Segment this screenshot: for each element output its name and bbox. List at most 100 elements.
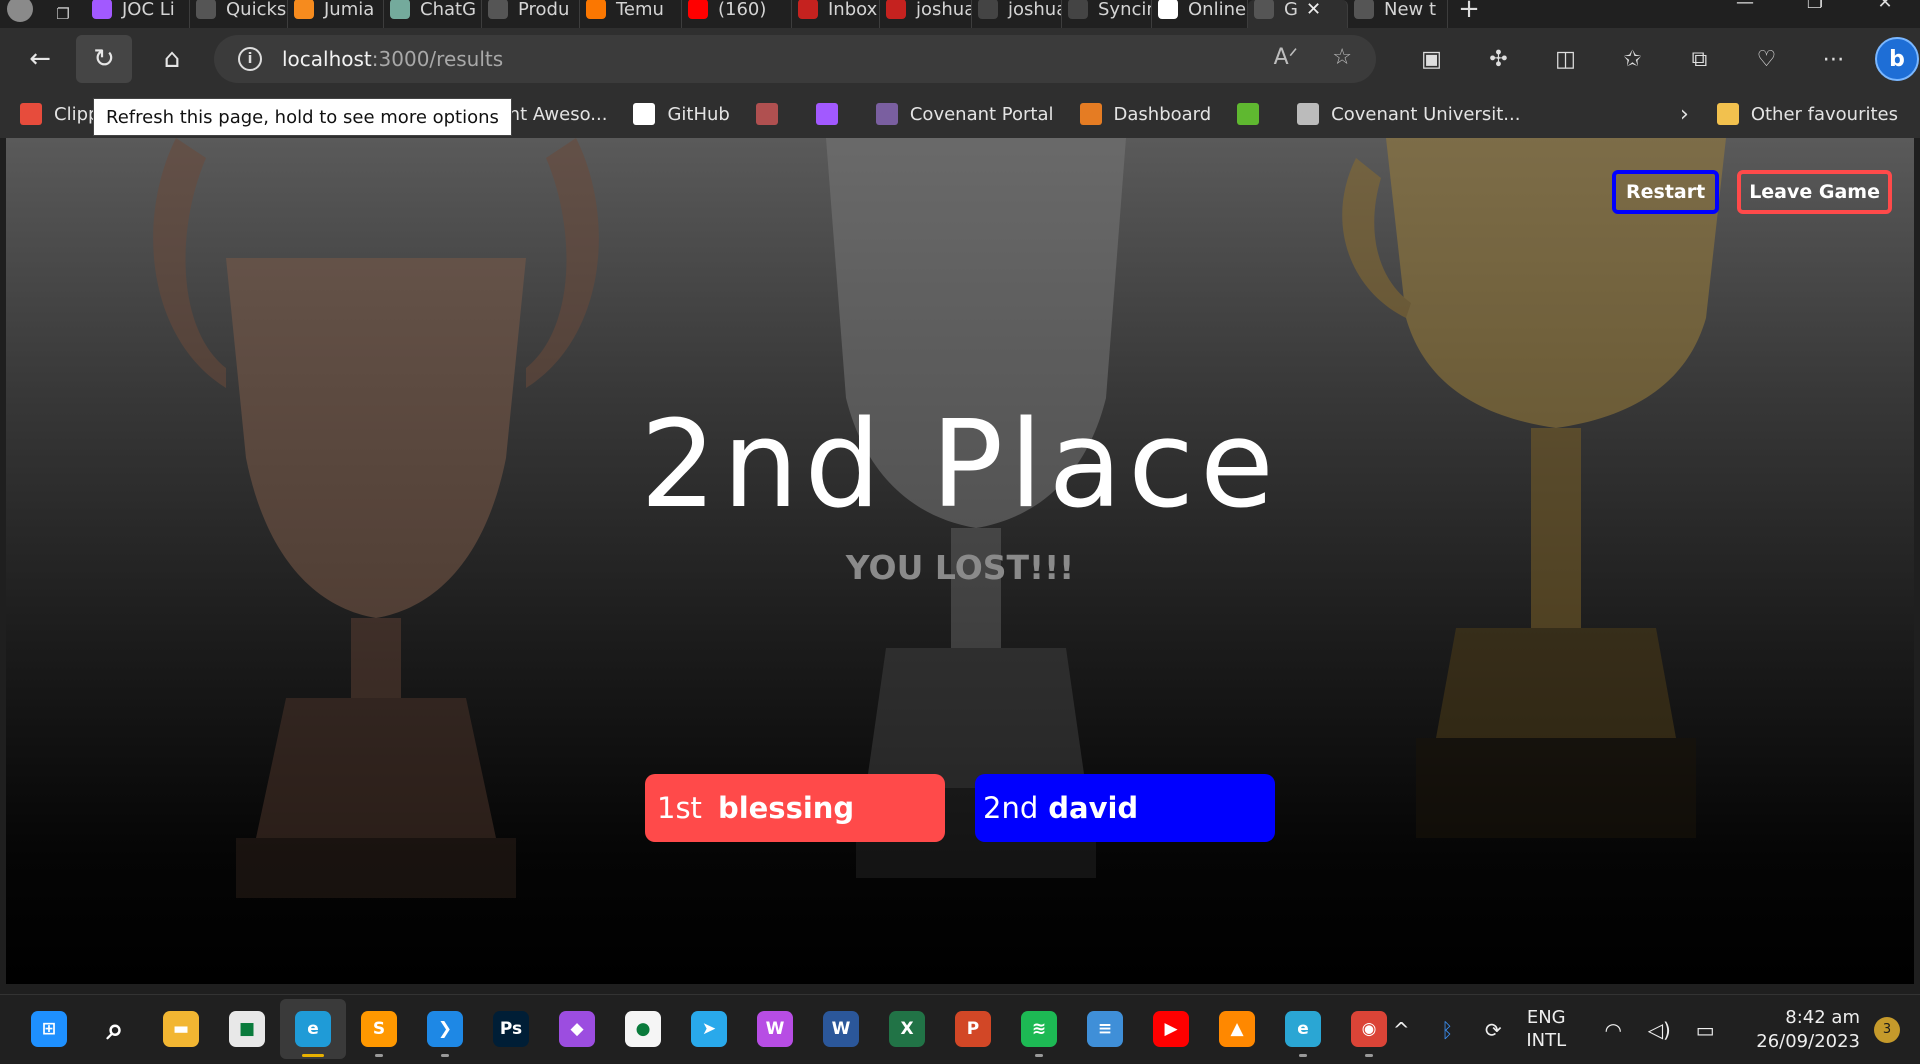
favorite-item[interactable] bbox=[755, 103, 790, 125]
favorite-item[interactable] bbox=[1237, 103, 1271, 125]
game-controls: Restart Leave Game bbox=[1612, 170, 1892, 214]
running-indicator bbox=[441, 1054, 449, 1057]
chevron-right-icon[interactable]: › bbox=[1680, 102, 1689, 127]
restart-button[interactable]: Restart bbox=[1612, 170, 1720, 214]
browser-tab[interactable]: New t bbox=[1348, 0, 1448, 28]
excel-icon: X bbox=[889, 1011, 925, 1047]
taskbar-app[interactable]: ➤ bbox=[676, 999, 742, 1059]
github-icon bbox=[633, 103, 656, 125]
browser-tab[interactable]: Syncin bbox=[1062, 0, 1152, 28]
taskbar-app[interactable]: e bbox=[280, 999, 346, 1059]
browser-tab[interactable]: joshua bbox=[972, 0, 1062, 28]
browser-tab[interactable]: JOC Li bbox=[86, 0, 190, 28]
browser-tab[interactable]: G ✕ bbox=[1248, 0, 1348, 28]
tab-label: JOC Li bbox=[122, 0, 175, 20]
page-icon bbox=[488, 0, 508, 19]
taskbar-app[interactable]: ◆ bbox=[544, 999, 610, 1059]
taskbar-app[interactable]: Ps bbox=[478, 999, 544, 1059]
favorite-item[interactable]: Clipp bbox=[20, 103, 99, 125]
taskbar-app[interactable]: P bbox=[940, 999, 1006, 1059]
browser-tab[interactable]: Inbox bbox=[792, 0, 880, 28]
in-icon bbox=[1079, 103, 1102, 125]
taskbar-app[interactable]: ▶ bbox=[1138, 999, 1204, 1059]
gmail-icon bbox=[798, 0, 818, 19]
taskbar-app[interactable]: X bbox=[874, 999, 940, 1059]
favorite-item[interactable]: GitHub bbox=[633, 103, 730, 125]
bluetooth-icon[interactable]: ᛒ bbox=[1424, 1018, 1470, 1042]
wifi-icon[interactable]: ◠ bbox=[1590, 1018, 1636, 1042]
photoshop-icon: Ps bbox=[493, 1011, 529, 1047]
sync-icon[interactable]: ⟳ bbox=[1470, 1018, 1516, 1042]
browser-tab[interactable]: ChatG bbox=[384, 0, 482, 28]
notification-badge[interactable]: 3 bbox=[1874, 1016, 1900, 1043]
language-indicator[interactable]: ENG INTL bbox=[1516, 1007, 1576, 1052]
tab-label: Quicks bbox=[226, 0, 287, 20]
browser-tab[interactable]: Quicks bbox=[190, 0, 288, 28]
running-indicator bbox=[302, 1054, 324, 1057]
address-bar[interactable]: i localhost:3000/results Aᐟ ☆ bbox=[214, 35, 1376, 83]
score-rank: 1st bbox=[657, 791, 702, 825]
taskbar-app[interactable]: ❯ bbox=[412, 999, 478, 1059]
taskbar-app[interactable]: W bbox=[808, 999, 874, 1059]
close-tab-icon[interactable]: ✕ bbox=[1306, 0, 1321, 20]
close-icon[interactable]: ✕ bbox=[1850, 0, 1920, 28]
maximize-icon[interactable]: ❐ bbox=[1780, 0, 1850, 28]
taskbar-app[interactable]: ≋ bbox=[1006, 999, 1072, 1059]
browser-tab[interactable]: Online bbox=[1152, 0, 1248, 28]
taskbar-app[interactable]: S bbox=[346, 999, 412, 1059]
browser-tab[interactable]: Temu bbox=[580, 0, 682, 28]
edge-dev-icon: e bbox=[1285, 1011, 1321, 1047]
new-tab-button[interactable]: + bbox=[1448, 0, 1490, 24]
clock[interactable]: 8:42 am 26/09/2023 bbox=[1756, 1006, 1860, 1053]
taskbar-app[interactable]: ■ bbox=[214, 999, 280, 1059]
tab-actions-icon[interactable]: ❐ bbox=[40, 0, 86, 28]
edge-icon: e bbox=[295, 1011, 331, 1047]
bing-copilot-icon[interactable]: b bbox=[1875, 37, 1919, 81]
minimize-icon[interactable]: — bbox=[1710, 0, 1780, 28]
home-icon[interactable]: ⌂ bbox=[144, 35, 200, 83]
tab-label: Online bbox=[1188, 0, 1247, 20]
extensions-puzzle-icon[interactable]: ✣ bbox=[1465, 47, 1532, 72]
youtube-icon bbox=[688, 0, 708, 19]
favorite-label: Dashboard bbox=[1113, 103, 1212, 125]
collections-icon[interactable]: ⧉ bbox=[1666, 47, 1733, 72]
refresh-icon[interactable]: ↻ bbox=[76, 35, 132, 83]
read-aloud-icon[interactable]: Aᐟ bbox=[1274, 45, 1298, 70]
taskbar-app[interactable]: ▲ bbox=[1204, 999, 1270, 1059]
taskbar-app[interactable]: e bbox=[1270, 999, 1336, 1059]
battery-icon[interactable]: ▭ bbox=[1682, 1018, 1728, 1042]
back-icon[interactable]: ← bbox=[12, 35, 68, 83]
site-info-icon[interactable]: i bbox=[238, 47, 262, 71]
more-options-icon[interactable]: ⋯ bbox=[1800, 47, 1867, 72]
browser-tab[interactable]: joshua bbox=[880, 0, 972, 28]
gmail-icon bbox=[886, 0, 906, 19]
taskbar-app[interactable]: W bbox=[742, 999, 808, 1059]
browser-tab[interactable]: Jumia bbox=[288, 0, 384, 28]
favorite-item[interactable] bbox=[815, 103, 850, 125]
favorite-item[interactable]: Covenant Portal bbox=[875, 103, 1054, 125]
newtab-icon bbox=[1354, 0, 1374, 19]
taskbar-app[interactable]: ⊞ bbox=[16, 999, 82, 1059]
leave-game-button[interactable]: Leave Game bbox=[1737, 170, 1892, 214]
taskbar-app[interactable]: ▬ bbox=[148, 999, 214, 1059]
split-screen-icon[interactable]: ◫ bbox=[1532, 47, 1599, 72]
word-icon: W bbox=[823, 1011, 859, 1047]
other-favourites[interactable]: Other favourites bbox=[1716, 103, 1898, 125]
favorite-item[interactable]: Covenant Universit... bbox=[1297, 103, 1520, 125]
taskbar-app[interactable]: ⌕ bbox=[82, 999, 148, 1059]
figma-icon bbox=[815, 103, 838, 125]
browser-tab[interactable]: (160) bbox=[682, 0, 792, 28]
chevron-up-icon[interactable]: ^ bbox=[1378, 1018, 1424, 1042]
favorites-icon[interactable]: ✩ bbox=[1599, 47, 1666, 72]
profile-button[interactable] bbox=[0, 0, 40, 28]
browser-essentials-icon[interactable]: ♡ bbox=[1733, 47, 1800, 72]
mongodb-icon: ● bbox=[625, 1011, 661, 1047]
taskbar-app[interactable]: ≡ bbox=[1072, 999, 1138, 1059]
volume-icon[interactable]: ◁) bbox=[1636, 1018, 1682, 1042]
browser-tab[interactable]: Produ bbox=[482, 0, 580, 28]
favorite-star-icon[interactable]: ☆ bbox=[1332, 45, 1352, 70]
extension-icon[interactable]: ▣ bbox=[1398, 47, 1465, 72]
favorite-item[interactable]: Dashboard bbox=[1079, 103, 1212, 125]
tab-label: joshua bbox=[1008, 0, 1062, 20]
taskbar-app[interactable]: ● bbox=[610, 999, 676, 1059]
